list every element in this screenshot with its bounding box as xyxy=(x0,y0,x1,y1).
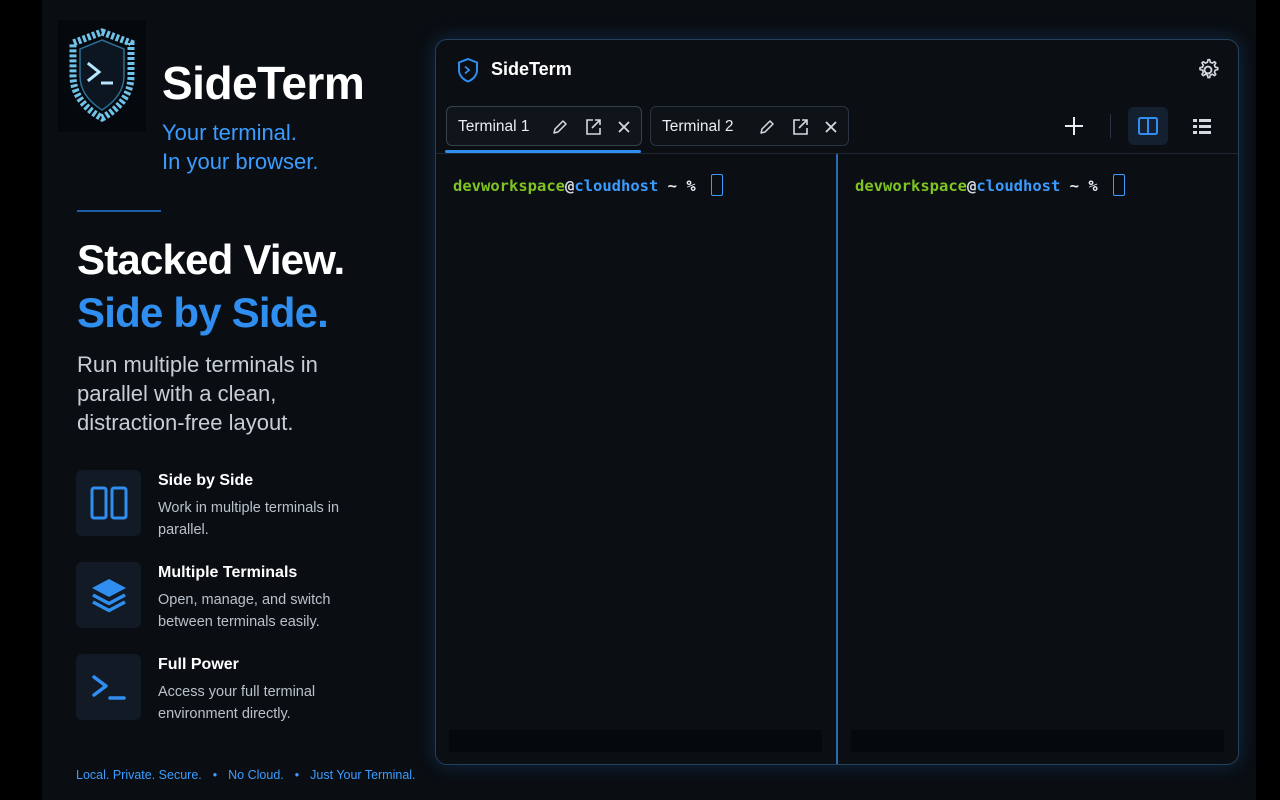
close-icon[interactable] xyxy=(614,117,634,137)
active-tab-indicator xyxy=(445,150,641,153)
toolbar-separator xyxy=(1110,114,1111,138)
terminal-cursor xyxy=(1113,174,1125,196)
layers-icon xyxy=(76,562,141,628)
prompt-at: @ xyxy=(966,177,977,195)
tagline-line-2: In your browser. xyxy=(162,149,319,174)
prompt-user: devworkspace xyxy=(453,177,565,195)
side-by-side-view-button[interactable] xyxy=(1128,107,1168,145)
app-title: SideTerm xyxy=(491,59,572,79)
feature-description: Access your full terminal environment di… xyxy=(158,684,316,722)
pencil-icon[interactable] xyxy=(757,117,777,137)
terminal-prompt: devworkspace@cloudhost ~ % xyxy=(453,174,723,196)
gear-icon[interactable] xyxy=(1195,57,1221,83)
tab-label: Terminal 1 xyxy=(458,118,530,135)
feature-title: Full Power xyxy=(158,656,239,673)
add-terminal-button[interactable] xyxy=(1054,107,1094,145)
feature-multiple-terminals: Multiple Terminals Open, manage, and swi… xyxy=(76,562,376,632)
prompt-user: devworkspace xyxy=(855,177,967,195)
prompt-symbol: ~ % xyxy=(1060,177,1107,195)
logo-icon xyxy=(58,20,146,132)
terminal-pane-1[interactable]: devworkspace@cloudhost ~ % xyxy=(436,154,836,764)
tab-terminal-2[interactable]: Terminal 2 xyxy=(650,106,849,146)
brand-name: SideTerm xyxy=(162,57,365,109)
bullet-icon: • xyxy=(294,768,300,782)
prompt-at: @ xyxy=(564,177,575,195)
hero-heading-1: Stacked View. xyxy=(77,236,345,283)
feature-full-power: Full Power Access your full terminal env… xyxy=(76,654,376,724)
prompt-host: cloudhost xyxy=(976,177,1061,195)
footer-item: Just Your Terminal. xyxy=(310,768,416,782)
external-link-icon[interactable] xyxy=(583,117,603,137)
terminal-cursor xyxy=(711,174,723,196)
tagline: Your terminal. In your browser. xyxy=(162,118,319,176)
pane-scrollbar[interactable] xyxy=(851,730,1224,752)
stacked-view-button[interactable] xyxy=(1182,107,1222,145)
footer-item: No Cloud. xyxy=(228,768,284,782)
pencil-icon[interactable] xyxy=(550,117,570,137)
terminal-pane-2[interactable]: devworkspace@cloudhost ~ % xyxy=(838,154,1238,764)
footer-tagline: Local. Private. Secure. • No Cloud. • Just Y… xyxy=(76,768,416,782)
prompt-host: cloudhost xyxy=(574,177,659,195)
columns-icon xyxy=(76,470,141,536)
tab-bar: Terminal 1 Terminal 2 xyxy=(436,100,1238,154)
hero-description: Run multiple terminals in parallel with … xyxy=(77,352,318,435)
footer-item: Local. Private. Secure. xyxy=(76,768,202,782)
hero-heading-2: Side by Side. xyxy=(77,289,329,336)
close-icon[interactable] xyxy=(821,117,841,137)
prompt-symbol: ~ % xyxy=(658,177,705,195)
terminal-prompt-icon xyxy=(76,654,141,720)
split-columns-icon xyxy=(1138,117,1158,135)
title-bar: SideTerm xyxy=(436,40,1238,100)
bullet-icon: • xyxy=(212,768,218,782)
tab-terminal-1[interactable]: Terminal 1 xyxy=(446,106,642,146)
terminal-prompt: devworkspace@cloudhost ~ % xyxy=(855,174,1125,196)
external-link-icon[interactable] xyxy=(790,117,810,137)
feature-title: Side by Side xyxy=(158,472,254,489)
section-divider xyxy=(77,210,161,212)
app-window: SideTerm Terminal 1 Terminal 2 devworksp… xyxy=(435,39,1239,765)
feature-side-by-side: Side by Side Work in multiple terminals … xyxy=(76,470,376,540)
tab-label: Terminal 2 xyxy=(662,118,734,135)
feature-description: Open, manage, and switch between termina… xyxy=(158,592,331,630)
feature-title: Multiple Terminals xyxy=(158,564,298,581)
pane-scrollbar[interactable] xyxy=(449,730,822,752)
shield-icon xyxy=(458,57,478,83)
tagline-line-1: Your terminal. xyxy=(162,120,297,145)
feature-description: Work in multiple terminals in parallel. xyxy=(158,500,340,538)
